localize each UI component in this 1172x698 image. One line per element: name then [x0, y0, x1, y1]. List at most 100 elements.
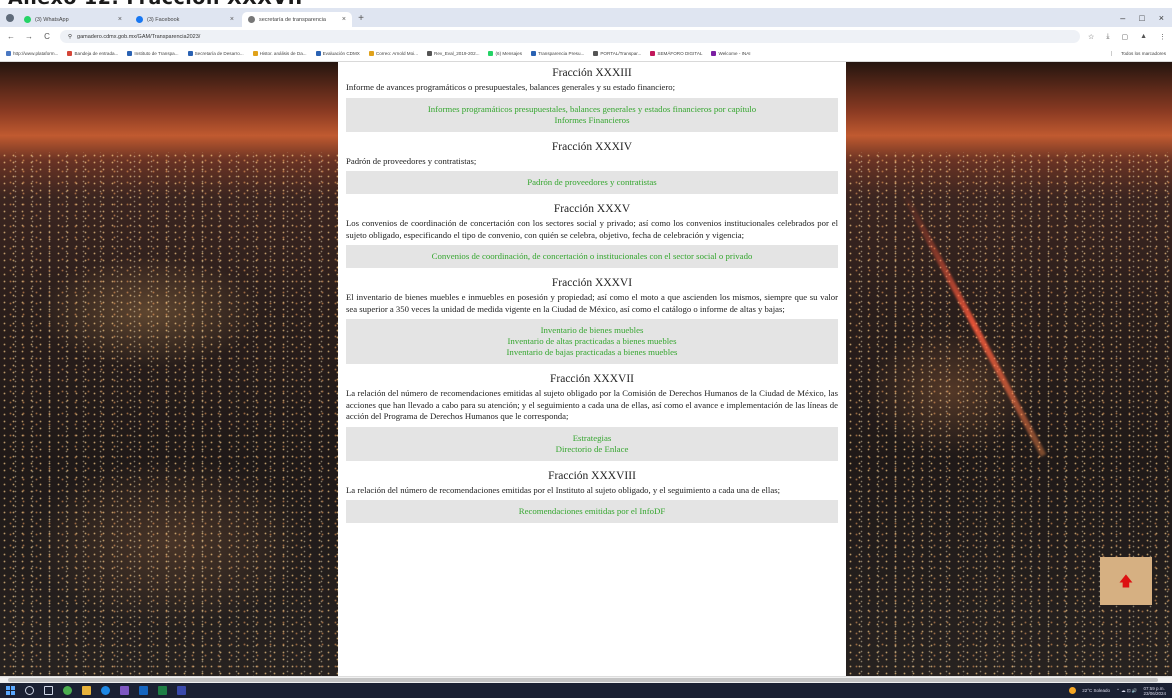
document-link[interactable]: Recomendaciones emitidas por el InfoDF — [354, 506, 830, 517]
forward-button[interactable]: → — [24, 32, 34, 41]
bookmark-icon — [127, 51, 133, 56]
bookmark-icon — [650, 51, 656, 56]
clock[interactable]: 07:59 p.m. 23/06/2024 — [1143, 686, 1166, 696]
page-viewport: Fracción XXXIII Informe de avances progr… — [0, 62, 1172, 676]
back-button[interactable]: ← — [6, 32, 16, 41]
document-link[interactable]: Informes Financieros — [354, 115, 830, 126]
link-box: Padrón de proveedores y contratistas — [346, 171, 838, 194]
link-box: Recomendaciones emitidas por el InfoDF — [346, 500, 838, 523]
downloads-icon[interactable]: ⤓ — [1106, 33, 1109, 41]
bookmark-item[interactable]: SEMÁFORO DIGITAL — [650, 51, 702, 56]
bookmark-icon — [252, 51, 258, 56]
bookmark-icon — [187, 51, 193, 56]
bookmarks-bar: http://www.plataform... Bandeja de entra… — [0, 46, 1172, 62]
close-icon[interactable]: × — [230, 16, 234, 23]
tray-icons[interactable]: ⌃ ☁ ⊡ 🔊 — [1116, 688, 1137, 694]
horizontal-scrollbar[interactable] — [0, 676, 1172, 683]
slide-heading: Anexo 12. Fracción XXXVII — [0, 0, 1172, 8]
photos-icon[interactable] — [177, 686, 186, 695]
search-icon[interactable] — [25, 686, 34, 695]
arrow-up-icon: 🡅 — [1118, 573, 1134, 589]
windows-taskbar: 22°C Soleado ⌃ ☁ ⊡ 🔊 07:59 p.m. 23/06/20… — [0, 683, 1172, 698]
fraccion-section: Fracción XXXV Los convenios de coordinac… — [346, 203, 838, 268]
document-link[interactable]: Informes programáticos presupuestales, b… — [354, 104, 830, 115]
bookmark-item[interactable]: http://www.plataform... — [6, 51, 58, 56]
file-explorer-icon[interactable] — [82, 686, 91, 695]
browser-tab-strip: (3) WhatsApp × (3) Facebook × secretaría… — [0, 8, 1172, 27]
weather-text[interactable]: 22°C Soleado — [1082, 688, 1110, 693]
url-input[interactable]: ⚲ gamadero.cdmx.gob.mx/GAM/Transparencia… — [60, 30, 1081, 43]
city-background-left — [0, 62, 338, 676]
link-box: Inventario de bienes muebles Inventario … — [346, 319, 838, 364]
task-view-icon[interactable] — [44, 686, 53, 695]
close-icon[interactable]: × — [342, 16, 346, 23]
fraccion-section: Fracción XXXVI El inventario de bienes m… — [346, 277, 838, 364]
fraccion-section: Fracción XXXVIII La relación del número … — [346, 469, 838, 523]
tab-transparencia[interactable]: secretaría de transparencia × — [242, 12, 352, 27]
site-info-icon[interactable]: ⚲ — [68, 34, 72, 40]
minimize-button[interactable]: – — [1120, 13, 1125, 23]
fraccion-description: Los convenios de coordinación de concert… — [346, 218, 838, 240]
globe-icon — [248, 16, 255, 23]
fraccion-title: Fracción XXXIII — [552, 67, 632, 79]
all-bookmarks[interactable]: Todos los marcadores — [1111, 51, 1166, 56]
document-link[interactable]: Convenios de coordinación, de concertaci… — [354, 251, 830, 262]
bookmark-item[interactable]: Histor. análisis de Da... — [252, 51, 307, 56]
scroll-to-top-button[interactable]: 🡅 — [1100, 557, 1152, 605]
excel-icon[interactable] — [158, 686, 167, 695]
edge-icon[interactable] — [101, 686, 110, 695]
document-link[interactable]: Directorio de Enlace — [354, 444, 830, 455]
transparency-content: Fracción XXXIII Informe de avances progr… — [338, 62, 846, 676]
close-icon[interactable]: × — [118, 16, 122, 23]
fraccion-description: El inventario de bienes muebles e inmueb… — [346, 292, 838, 314]
tab-facebook[interactable]: (3) Facebook × — [130, 12, 240, 27]
maximize-button[interactable]: □ — [1139, 13, 1144, 23]
document-link[interactable]: Padrón de proveedores y contratistas — [354, 177, 830, 188]
tab-search-icon[interactable] — [6, 14, 14, 22]
address-bar-row: ← → C ⚲ gamadero.cdmx.gob.mx/GAM/Transpa… — [0, 27, 1172, 46]
chrome-icon[interactable] — [63, 686, 72, 695]
new-tab-button[interactable]: + — [354, 12, 368, 26]
bookmark-icon — [368, 51, 374, 56]
fraccion-description: La relación del número de recomendacione… — [346, 388, 838, 421]
bookmark-item[interactable]: Secretaría de Desarro... — [187, 51, 244, 56]
document-link[interactable]: Inventario de bienes muebles — [354, 325, 830, 336]
toolbar-actions: ☆ ⤓ ▢ ▲ ⋮ — [1088, 33, 1166, 41]
bookmark-item[interactable]: (6) Mensajes — [488, 51, 522, 56]
bookmark-item[interactable]: Transparencia Presu... — [531, 51, 584, 56]
fraccion-section: Fracción XXXVII La relación del número d… — [346, 373, 838, 461]
menu-icon[interactable]: ⋮ — [1159, 33, 1166, 41]
store-icon[interactable] — [120, 686, 129, 695]
link-box: Convenios de coordinación, de concertaci… — [346, 245, 838, 268]
slide-heading-text: Anexo 12. Fracción XXXVII — [8, 0, 303, 8]
windows-start-icon[interactable] — [6, 686, 15, 695]
bookmark-item[interactable]: Welcome - INAI — [711, 51, 751, 56]
document-link[interactable]: Inventario de altas practicadas a bienes… — [354, 336, 830, 347]
reload-button[interactable]: C — [42, 32, 52, 41]
weather-icon[interactable] — [1069, 687, 1077, 694]
mail-icon[interactable] — [139, 686, 148, 695]
bookmark-item[interactable]: Rev_Eval_2019-202... — [427, 51, 479, 56]
profile-icon[interactable]: ▲ — [1140, 33, 1147, 41]
system-tray: 22°C Soleado ⌃ ☁ ⊡ 🔊 07:59 p.m. 23/06/20… — [1069, 686, 1166, 696]
bookmark-item[interactable]: Instituto de Transpa... — [127, 51, 179, 56]
fraccion-title: Fracción XXXVIII — [548, 469, 636, 482]
bookmark-item[interactable]: PORTAL/Transpar... — [593, 51, 641, 56]
sidepanel-icon[interactable]: ▢ — [1121, 33, 1128, 41]
fraccion-description: Informe de avances programáticos o presu… — [346, 82, 676, 92]
document-link[interactable]: Estrategias — [354, 433, 830, 444]
bookmark-item[interactable]: Correo: Arnold Moi... — [368, 51, 418, 56]
bookmark-item[interactable]: Evaluación CDMX — [315, 51, 360, 56]
facebook-icon — [136, 16, 143, 23]
fraccion-title: Fracción XXXVI — [551, 277, 633, 289]
document-link[interactable]: Inventario de bajas practicadas a bienes… — [354, 347, 830, 358]
fraccion-title: Fracción XXXIV — [551, 140, 633, 153]
close-window-button[interactable]: × — [1159, 13, 1164, 23]
fraccion-section: Fracción XXXIII Informe de avances progr… — [346, 67, 838, 132]
scrollbar-thumb[interactable] — [8, 678, 1158, 682]
bookmark-star-icon[interactable]: ☆ — [1088, 33, 1094, 41]
bookmark-item[interactable]: Bandeja de entrada... — [67, 51, 118, 56]
whatsapp-icon — [488, 51, 494, 56]
fraccion-description: La relación del número de recomendacione… — [346, 484, 780, 495]
tab-whatsapp[interactable]: (3) WhatsApp × — [18, 12, 128, 27]
